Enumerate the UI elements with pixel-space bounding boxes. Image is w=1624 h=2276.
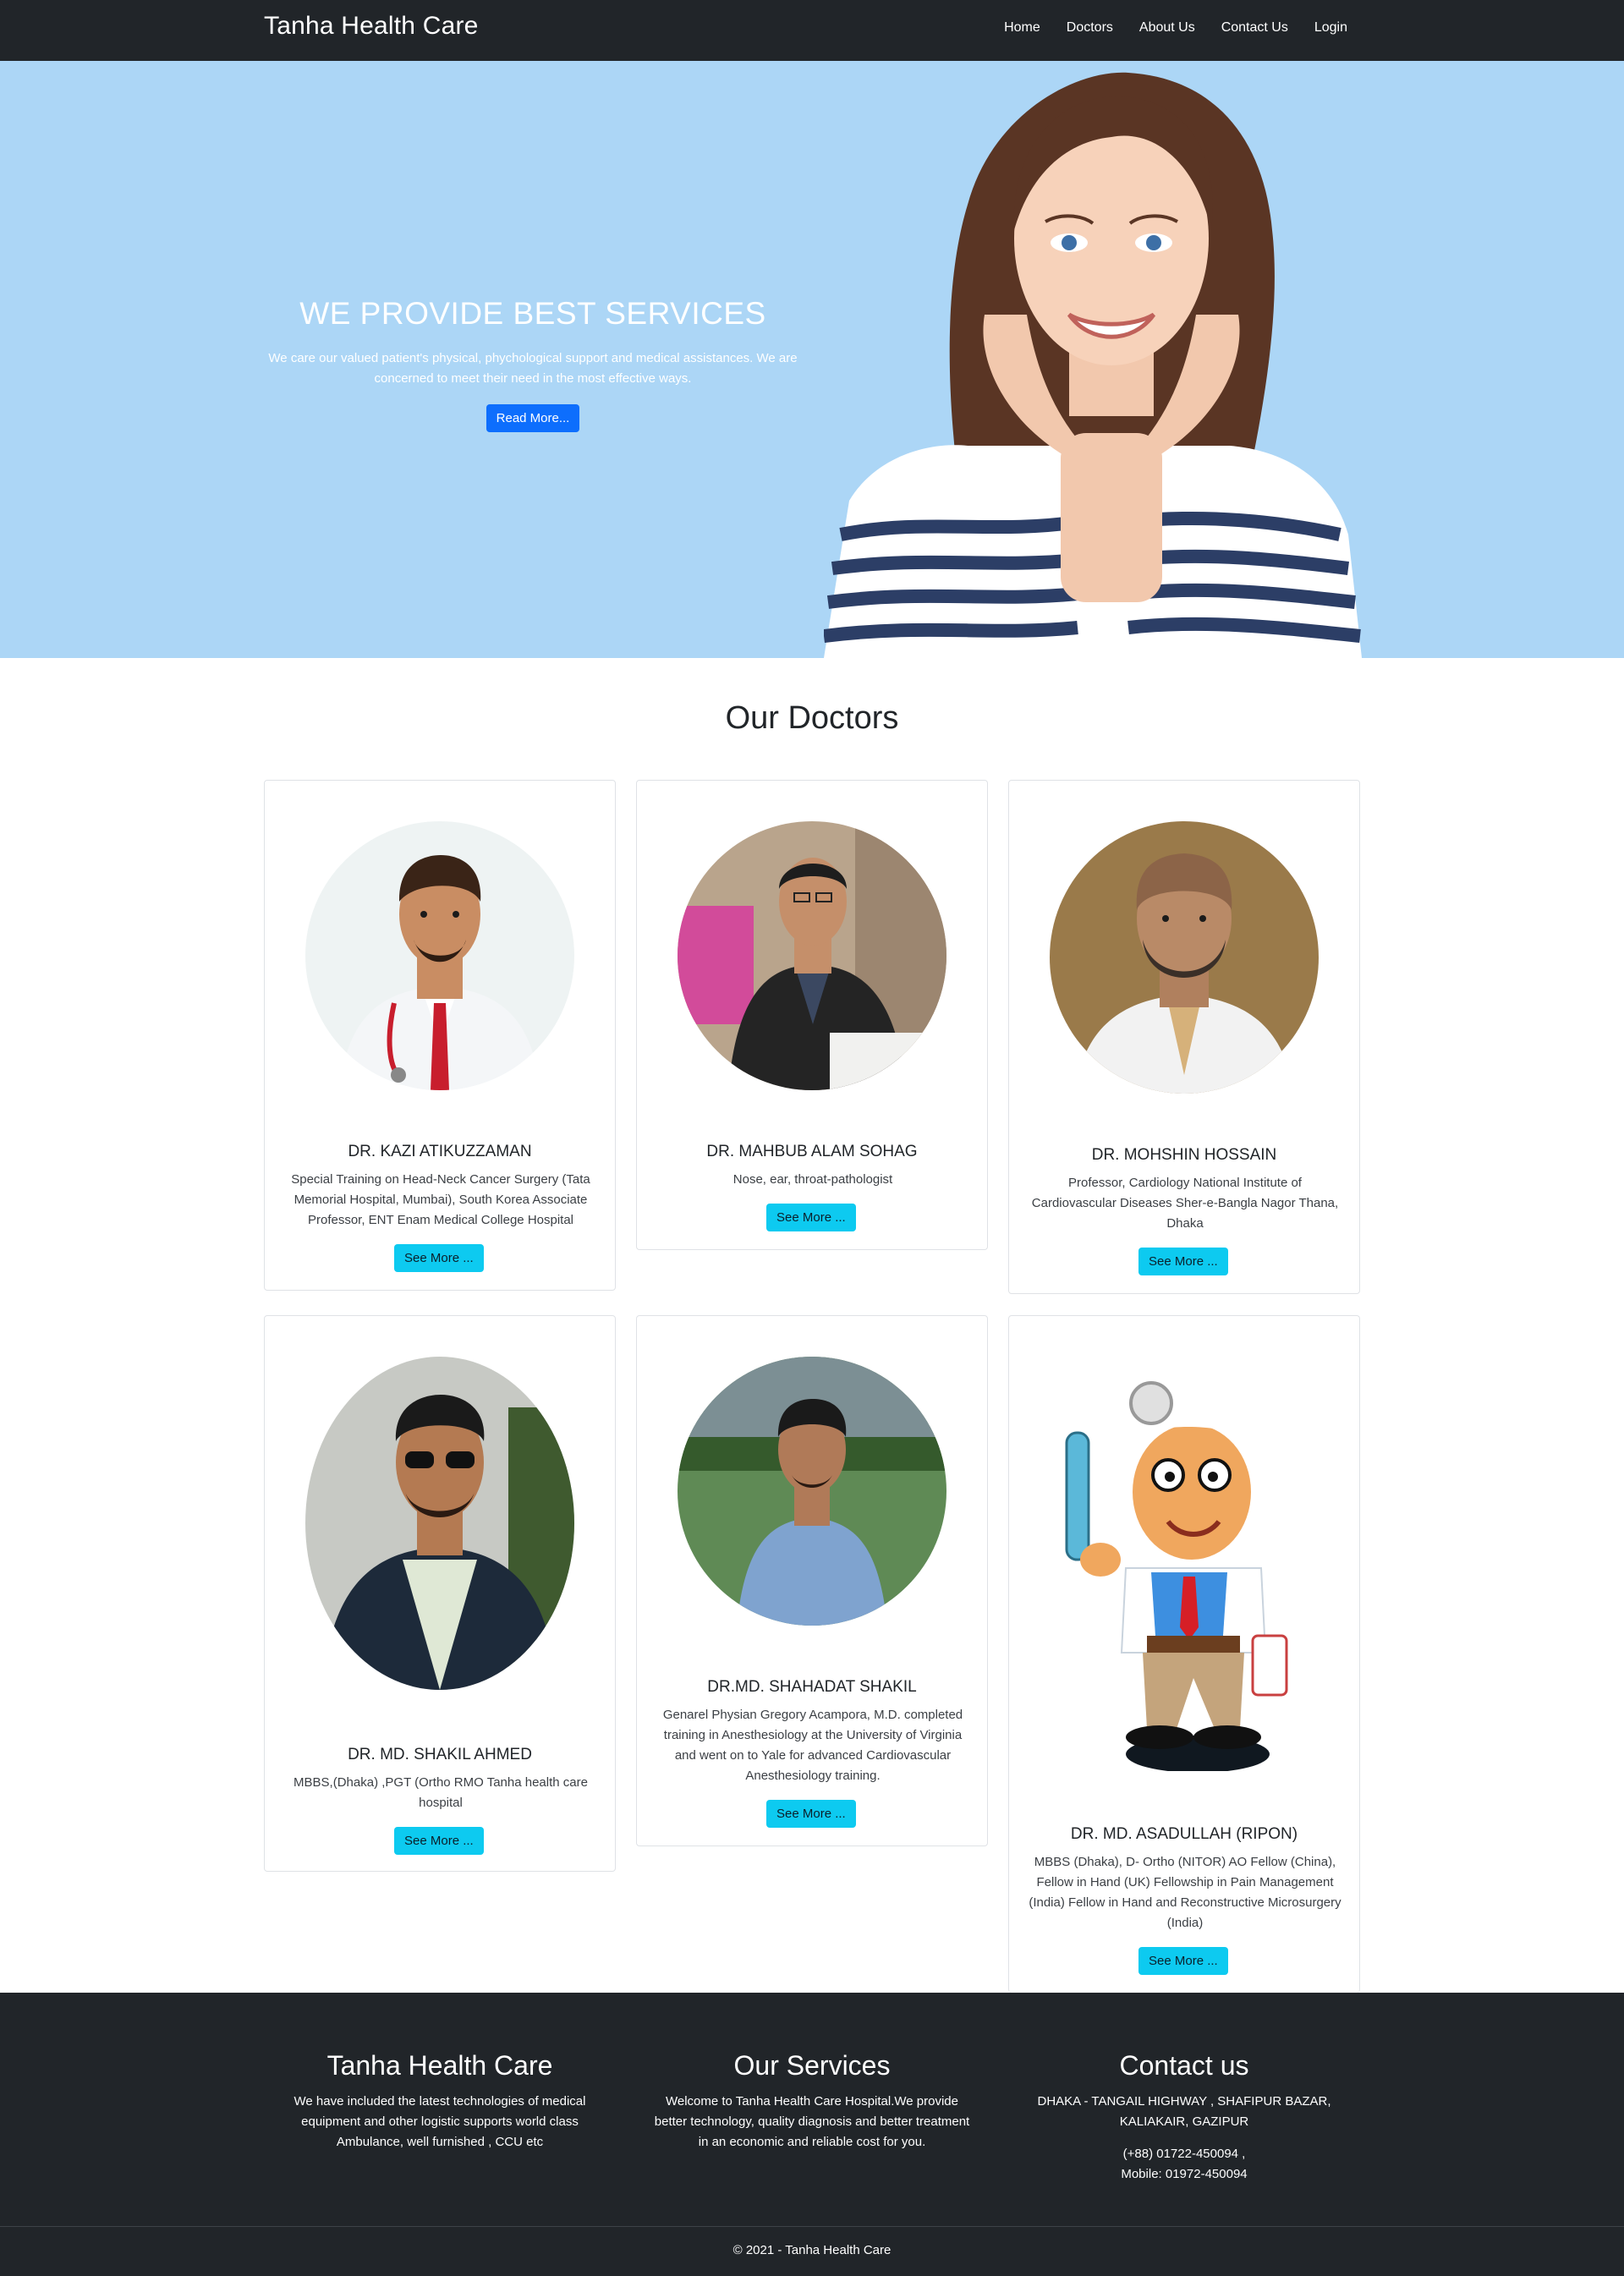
doctor-description-4: MBBS,(Dhaka) ,PGT (Ortho RMO Tanha healt… [294, 1775, 588, 1810]
footer-about-title: Tanha Health Care [326, 2050, 553, 2081]
nav-login-link[interactable]: Login [1314, 20, 1347, 36]
doctor-white-coat-illustration [305, 821, 574, 1090]
footer-contact-mobile: Mobile: 01972-450094 [1121, 2167, 1248, 2181]
read-more-button[interactable]: Read More... [486, 404, 580, 432]
see-more-button-4[interactable]: See More ... [394, 1827, 484, 1855]
doctor-name-5: DR.MD. SHAHADAT SHAKIL [707, 1678, 917, 1696]
see-more-button-3[interactable]: See More ... [1138, 1248, 1228, 1275]
doctor-card-2: DR. MAHBUB ALAM SOHAG Nose, ear, throat-… [636, 780, 988, 1250]
see-more-button-6[interactable]: See More ... [1138, 1947, 1228, 1975]
copyright: © 2021 - Tanha Health Care [732, 2243, 892, 2257]
doctor-name-2: DR. MAHBUB ALAM SOHAG [706, 1143, 918, 1160]
see-more-button-5[interactable]: See More ... [766, 1800, 856, 1828]
hero-description: We care our valued patient's physical, p… [268, 351, 798, 386]
doctor-at-desk-illustration [678, 821, 946, 1090]
nav-about-link[interactable]: About Us [1139, 20, 1195, 36]
cartoon-doctor-icon [1065, 1381, 1288, 1771]
see-more-button-1[interactable]: See More ... [394, 1244, 484, 1272]
doctor-photo-4 [305, 1357, 574, 1690]
doctor-name-4: DR. MD. SHAKIL AHMED [348, 1746, 532, 1763]
footer-about-text: We have included the latest technologies… [294, 2094, 586, 2149]
doctor-card-3: DR. MOHSHIN HOSSAIN Professor, Cardiolog… [1008, 780, 1360, 1294]
nav-home-link[interactable]: Home [1004, 20, 1040, 36]
footer-services-title: Our Services [733, 2050, 891, 2081]
footer: Tanha Health Care We have included the l… [0, 1993, 1624, 2276]
footer-contact-phone: (+88) 01722-450094 , [1122, 2147, 1246, 2161]
navbar: Tanha Health Care Home Doctors About Us … [0, 0, 1624, 61]
footer-services-text: Welcome to Tanha Health Care Hospital.We… [654, 2094, 970, 2149]
footer-contact-title: Contact us [1119, 2050, 1249, 2081]
hero-banner: WE PROVIDE BEST SERVICES We care our val… [0, 61, 1624, 658]
doctor-photo-5 [678, 1357, 946, 1626]
doctors-section-title: Our Doctors [725, 700, 899, 736]
doctor-card-5: DR.MD. SHAHADAT SHAKIL Genarel Physian G… [636, 1315, 988, 1846]
doctor-photo-6 [1050, 1357, 1319, 1771]
doctor-card-4: DR. MD. SHAKIL AHMED MBBS,(Dhaka) ,PGT (… [264, 1315, 616, 1872]
doctor-description-3: Professor, Cardiology National Institute… [1031, 1176, 1339, 1231]
hero-title: WE PROVIDE BEST SERVICES [299, 296, 766, 331]
doctor-name-1: DR. KAZI ATIKUZZAMAN [348, 1143, 532, 1160]
nav-contact-link[interactable]: Contact Us [1221, 20, 1288, 36]
doctor-outdoor-illustration [678, 1357, 946, 1626]
brand-logo[interactable]: Tanha Health Care [264, 12, 479, 41]
doctor-description-6: MBBS (Dhaka), D- Ortho (NITOR) AO Fellow… [1029, 1855, 1341, 1930]
nav-doctors-link[interactable]: Doctors [1067, 20, 1113, 36]
doctor-name-6: DR. MD. ASADULLAH (RIPON) [1070, 1825, 1298, 1843]
doctor-photo-1 [305, 821, 574, 1090]
hero-woman-image [824, 72, 1362, 658]
nav-links: Home Doctors About Us Contact Us Login [1004, 20, 1347, 36]
see-more-button-2[interactable]: See More ... [766, 1204, 856, 1231]
doctor-sunglasses-illustration [305, 1357, 574, 1690]
doctor-card-1: DR. KAZI ATIKUZZAMAN Special Training on… [264, 780, 616, 1291]
doctor-portrait-illustration [1050, 821, 1319, 1094]
footer-about: Tanha Health Care We have included the l… [264, 2050, 616, 2153]
doctor-description-2: Nose, ear, throat-pathologist [732, 1172, 893, 1187]
hero-text: WE PROVIDE BEST SERVICES We care our val… [264, 296, 802, 432]
doctor-description-5: Genarel Physian Gregory Acampora, M.D. c… [662, 1708, 963, 1783]
doctor-photo-2 [678, 821, 946, 1090]
doctor-photo-3 [1050, 821, 1319, 1094]
doctor-card-6: DR. MD. ASADULLAH (RIPON) MBBS (Dhaka), … [1008, 1315, 1360, 1993]
doctor-name-3: DR. MOHSHIN HOSSAIN [1091, 1146, 1277, 1164]
footer-contact: Contact us DHAKA - TANGAIL HIGHWAY , SHA… [1008, 2050, 1360, 2185]
footer-services: Our Services Welcome to Tanha Health Car… [636, 2050, 988, 2153]
footer-contact-address: DHAKA - TANGAIL HIGHWAY , SHAFIPUR BAZAR… [1037, 2094, 1331, 2129]
footer-divider [0, 2226, 1624, 2227]
doctor-description-1: Special Training on Head-Neck Cancer Sur… [291, 1172, 590, 1227]
